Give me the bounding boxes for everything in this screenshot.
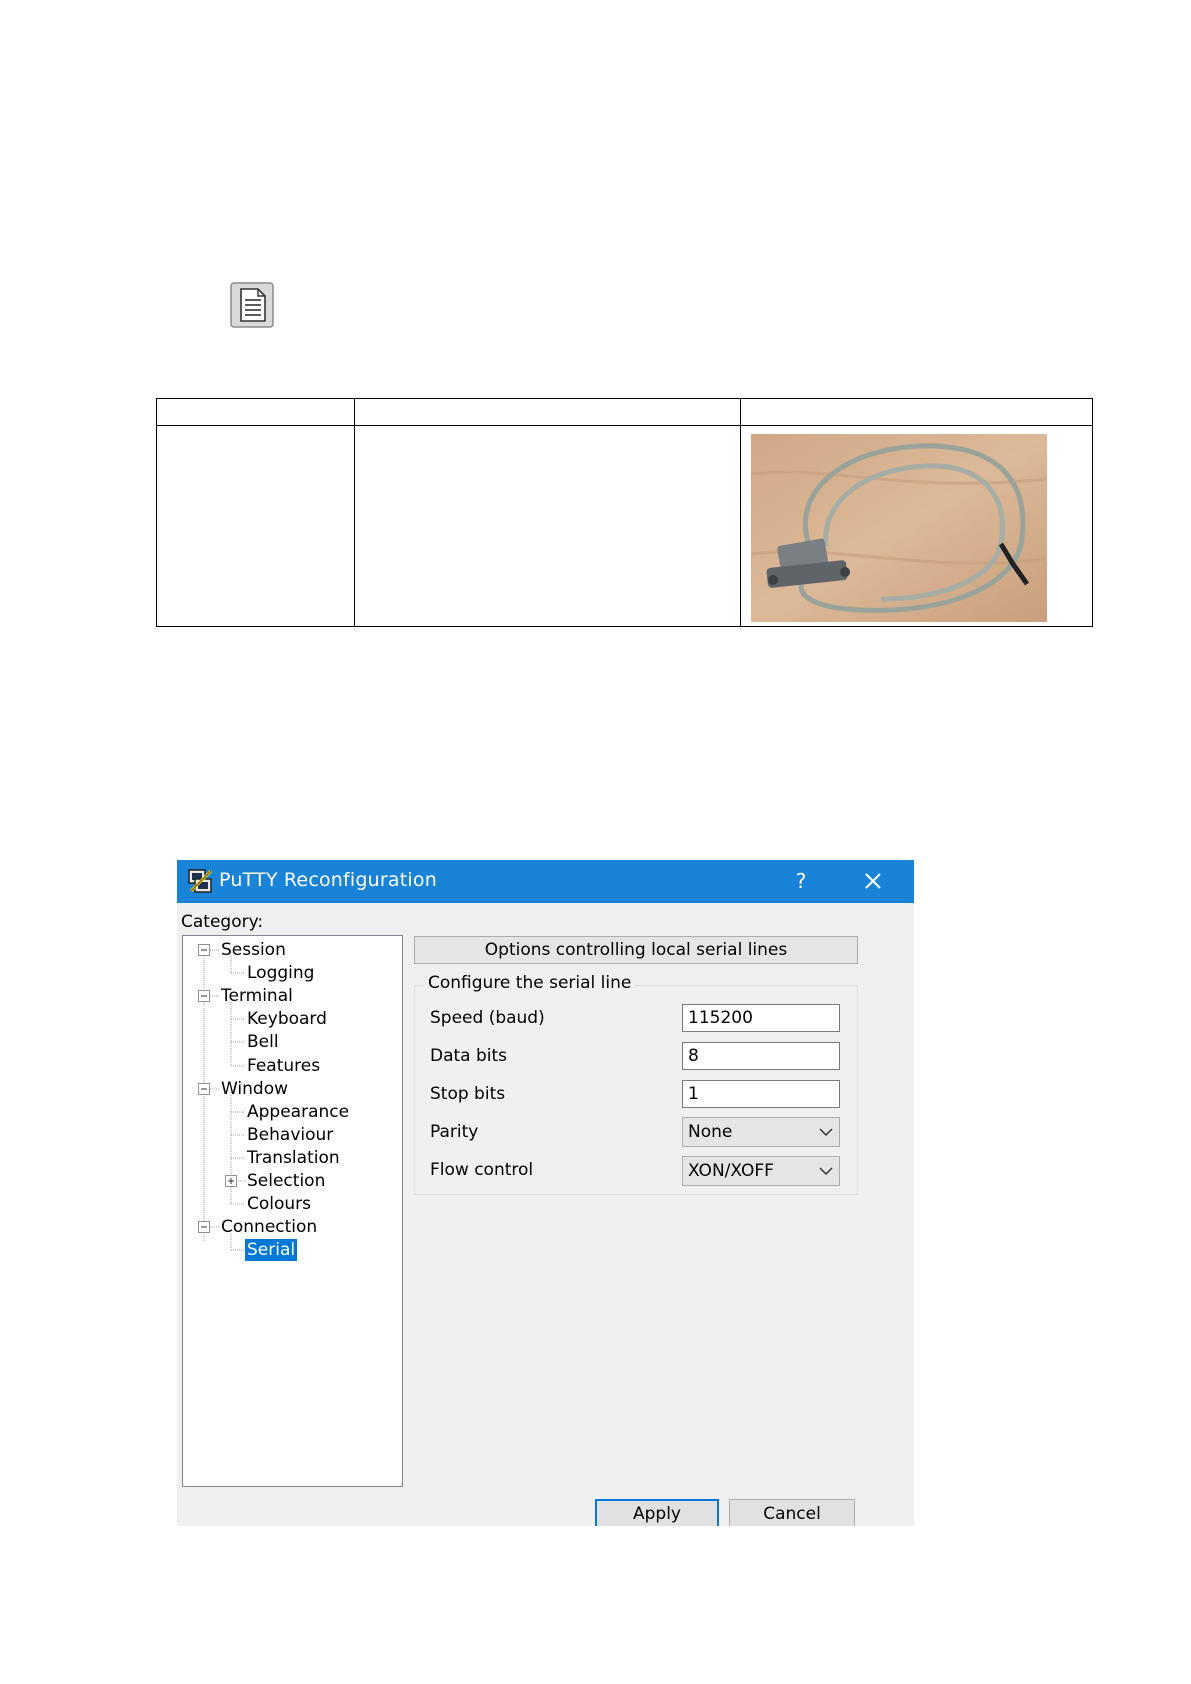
flow-control-select[interactable]: XON/XOFF (682, 1156, 840, 1186)
group-title: Configure the serial line (424, 973, 636, 993)
table-cell (740, 425, 1093, 627)
tree-item-serial[interactable]: Serial (245, 1239, 298, 1261)
apply-button[interactable]: Apply (595, 1499, 719, 1526)
speed-input[interactable]: 115200 (682, 1004, 840, 1032)
table-header-cell (156, 398, 355, 426)
tree-item-translation[interactable]: Translation (245, 1147, 342, 1169)
parity-label: Parity (430, 1122, 479, 1142)
table-header-row (156, 398, 1093, 426)
parity-value: None (688, 1122, 733, 1142)
close-button[interactable] (845, 860, 901, 903)
stop-bits-label: Stop bits (430, 1084, 506, 1104)
collapse-icon[interactable] (198, 944, 210, 956)
tree-item-behaviour[interactable]: Behaviour (245, 1124, 335, 1146)
tree-item-terminal[interactable]: Terminal (219, 985, 295, 1007)
table-cell (354, 425, 741, 627)
tree-item-appearance[interactable]: Appearance (245, 1101, 351, 1123)
data-bits-label: Data bits (430, 1046, 508, 1066)
dialog-titlebar: PuTTY Reconfiguration ? (177, 860, 914, 903)
table-header-cell (354, 398, 741, 426)
tree-item-selection[interactable]: Selection (245, 1170, 327, 1192)
flow-control-label: Flow control (430, 1160, 534, 1180)
table-row (156, 425, 1093, 627)
expand-icon[interactable] (225, 1175, 237, 1187)
tree-item-window[interactable]: Window (219, 1078, 290, 1100)
close-icon (865, 873, 881, 889)
dialog-title: PuTTY Reconfiguration (219, 869, 437, 891)
putty-reconfiguration-dialog: PuTTY Reconfiguration ? Category: Sessio… (177, 860, 914, 1526)
tree-item-bell[interactable]: Bell (245, 1031, 281, 1053)
tree-item-features[interactable]: Features (245, 1055, 322, 1077)
cable-table (156, 398, 1093, 627)
serial-cable-photo (751, 434, 1047, 622)
putty-app-icon (188, 869, 213, 893)
data-bits-input[interactable]: 8 (682, 1042, 840, 1070)
chevron-down-icon (819, 1167, 833, 1176)
note-icon (230, 282, 274, 328)
category-tree[interactable]: Session Logging Terminal Keyboard Bell F… (182, 935, 403, 1487)
collapse-icon[interactable] (198, 990, 210, 1002)
parity-select[interactable]: None (682, 1117, 840, 1147)
collapse-icon[interactable] (198, 1083, 210, 1095)
collapse-icon[interactable] (198, 1221, 210, 1233)
flow-control-value: XON/XOFF (688, 1161, 774, 1181)
panel-header: Options controlling local serial lines (414, 936, 858, 964)
tree-item-logging[interactable]: Logging (245, 962, 316, 984)
tree-item-keyboard[interactable]: Keyboard (245, 1008, 329, 1030)
stop-bits-input[interactable]: 1 (682, 1080, 840, 1108)
category-label: Category: (181, 912, 264, 932)
tree-item-colours[interactable]: Colours (245, 1193, 313, 1215)
help-button[interactable]: ? (777, 860, 825, 903)
table-header-cell (740, 398, 1093, 426)
speed-label: Speed (baud) (430, 1008, 545, 1028)
tree-item-session[interactable]: Session (219, 939, 288, 961)
table-cell (156, 425, 355, 627)
cancel-button[interactable]: Cancel (729, 1499, 855, 1526)
chevron-down-icon (819, 1128, 833, 1137)
tree-item-connection[interactable]: Connection (219, 1216, 319, 1238)
